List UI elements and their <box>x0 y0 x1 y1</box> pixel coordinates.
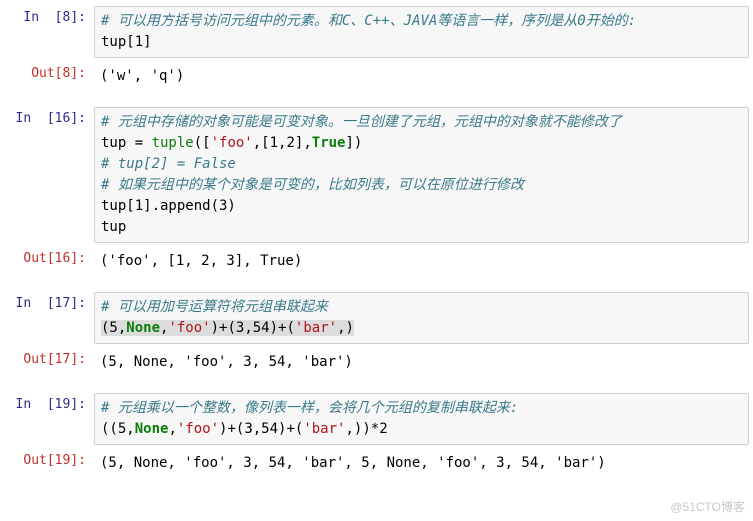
watermark: @51CTO博客 <box>670 498 745 515</box>
comment: # 可以用方括号访问元组中的元素。和C、C++、JAVA等语言一样，序列是从0开… <box>101 13 636 29</box>
cell-in-8: In [8]: # 可以用方括号访问元组中的元素。和C、C++、JAVA等语言一… <box>4 6 749 58</box>
in-prompt-17: In [17]: <box>4 292 94 315</box>
code-line: tup <box>101 219 126 235</box>
in-prompt-16: In [16]: <box>4 107 94 130</box>
in-prompt-19: In [19]: <box>4 393 94 416</box>
code-line: ((5,None,'foo')+(3,54)+('bar',))*2 <box>101 421 388 437</box>
cell-in-17: In [17]: # 可以用加号运算符将元组串联起来 (5,None,'foo'… <box>4 292 749 344</box>
code-area-19[interactable]: # 元组乘以一个整数，像列表一样，会将几个元组的复制串联起来: ((5,None… <box>94 393 749 445</box>
code-area-16[interactable]: # 元组中存储的对象可能是可变对象。一旦创建了元组，元组中的对象就不能修改了 t… <box>94 107 749 243</box>
comment: # 元组中存储的对象可能是可变对象。一旦创建了元组，元组中的对象就不能修改了 <box>101 114 622 130</box>
code-line: tup[1].append(3) <box>101 198 236 214</box>
cell-out-8: Out[8]: ('w', 'q') <box>4 62 749 91</box>
out-prompt-8: Out[8]: <box>4 62 94 85</box>
output-area-8: ('w', 'q') <box>94 62 749 91</box>
output-area-17: (5, None, 'foo', 3, 54, 'bar') <box>94 348 749 377</box>
output-area-19: (5, None, 'foo', 3, 54, 'bar', 5, None, … <box>94 449 749 478</box>
code-line: tup = tuple(['foo',[1,2],True]) <box>101 135 362 151</box>
cell-in-16: In [16]: # 元组中存储的对象可能是可变对象。一旦创建了元组，元组中的对… <box>4 107 749 243</box>
out-prompt-19: Out[19]: <box>4 449 94 472</box>
cell-out-16: Out[16]: ('foo', [1, 2, 3], True) <box>4 247 749 276</box>
in-prompt-8: In [8]: <box>4 6 94 29</box>
comment: # tup[2] = False <box>101 156 236 172</box>
code-area-17[interactable]: # 可以用加号运算符将元组串联起来 (5,None,'foo')+(3,54)+… <box>94 292 749 344</box>
out-prompt-16: Out[16]: <box>4 247 94 270</box>
comment: # 如果元组中的某个对象是可变的，比如列表，可以在原位进行修改 <box>101 177 524 193</box>
comment: # 元组乘以一个整数，像列表一样，会将几个元组的复制串联起来: <box>101 400 518 416</box>
output-area-16: ('foo', [1, 2, 3], True) <box>94 247 749 276</box>
code-area-8[interactable]: # 可以用方括号访问元组中的元素。和C、C++、JAVA等语言一样，序列是从0开… <box>94 6 749 58</box>
cell-in-19: In [19]: # 元组乘以一个整数，像列表一样，会将几个元组的复制串联起来:… <box>4 393 749 445</box>
cell-out-17: Out[17]: (5, None, 'foo', 3, 54, 'bar') <box>4 348 749 377</box>
comment: # 可以用加号运算符将元组串联起来 <box>101 299 328 315</box>
code-line: tup[1] <box>101 34 152 50</box>
out-prompt-17: Out[17]: <box>4 348 94 371</box>
code-line: (5,None,'foo')+(3,54)+('bar',) <box>101 320 354 336</box>
cell-out-19: Out[19]: (5, None, 'foo', 3, 54, 'bar', … <box>4 449 749 478</box>
